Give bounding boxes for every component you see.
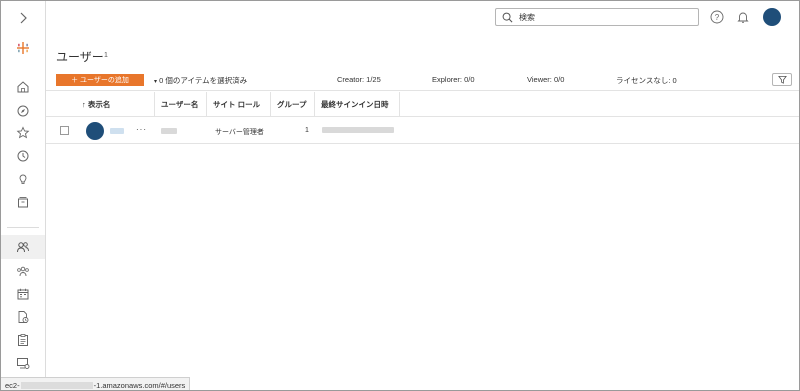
selection-label: 0 個のアイテムを選択済み bbox=[159, 76, 248, 85]
search-icon bbox=[502, 12, 513, 22]
app-window: 検索 ? ユーザー 1 ＋ ユーザーの追加 ▾ 0 個のアイテムを選択済み Cr… bbox=[0, 0, 800, 391]
username-redacted bbox=[161, 128, 177, 134]
explore-icon[interactable] bbox=[1, 99, 45, 123]
search-placeholder: 検索 bbox=[519, 12, 535, 22]
collections-icon[interactable] bbox=[1, 190, 45, 214]
tableau-logo-icon[interactable] bbox=[1, 36, 45, 60]
search-input[interactable]: 検索 bbox=[495, 8, 699, 26]
recents-icon[interactable] bbox=[1, 144, 45, 168]
column-header-last-signin[interactable]: 最終サインイン日時 bbox=[315, 92, 400, 117]
user-avatar[interactable] bbox=[763, 8, 781, 26]
explorer-license-count: Explorer: 0/0 bbox=[432, 75, 475, 84]
column-header-username[interactable]: ユーザー名 bbox=[155, 92, 207, 117]
table-row[interactable]: ··· サーバー管理者 1 bbox=[46, 118, 799, 144]
last-signin-redacted bbox=[322, 127, 394, 133]
column-header-groups[interactable]: グループ bbox=[271, 92, 315, 117]
expand-icon[interactable] bbox=[1, 6, 45, 30]
viewer-license-count: Viewer: 0/0 bbox=[527, 75, 565, 84]
filter-icon bbox=[777, 75, 787, 84]
svg-text:?: ? bbox=[715, 13, 720, 22]
notifications-bell-icon[interactable] bbox=[736, 10, 750, 24]
sidebar-divider bbox=[7, 227, 39, 228]
filter-button[interactable] bbox=[772, 73, 792, 86]
selection-dropdown[interactable]: ▾ 0 個のアイテムを選択済み bbox=[154, 75, 247, 86]
url-start: ec2- bbox=[5, 380, 20, 390]
schedules-icon[interactable] bbox=[1, 282, 45, 306]
table-header: ↑ 表示名 ユーザー名 サイト ロール グループ 最終サインイン日時 bbox=[46, 92, 799, 117]
home-icon[interactable] bbox=[1, 75, 45, 99]
status-bar-url: ec2- -1.amazonaws.com/#/users bbox=[1, 377, 191, 390]
avatar bbox=[86, 122, 104, 140]
chevron-down-icon: ▾ bbox=[154, 79, 158, 85]
groups-icon[interactable] bbox=[1, 259, 45, 283]
url-redacted bbox=[20, 381, 93, 389]
column-header-site-role[interactable]: サイト ロール bbox=[207, 92, 271, 117]
row-checkbox[interactable] bbox=[60, 126, 69, 135]
page-title: ユーザー bbox=[56, 50, 104, 64]
toolbar: ＋ ユーザーの追加 ▾ 0 個のアイテムを選択済み Creator: 1/25 … bbox=[46, 69, 799, 91]
more-actions-button[interactable]: ··· bbox=[136, 125, 147, 134]
main-content: 検索 ? ユーザー 1 ＋ ユーザーの追加 ▾ 0 個のアイテムを選択済み Cr… bbox=[46, 1, 799, 390]
groups-count-cell: 1 bbox=[305, 127, 309, 134]
url-end: -1.amazonaws.com/#/users bbox=[93, 380, 186, 390]
site-role-cell: サーバー管理者 bbox=[215, 129, 264, 136]
help-icon[interactable]: ? bbox=[710, 10, 724, 24]
jobs-icon[interactable] bbox=[1, 328, 45, 352]
user-count: 1 bbox=[104, 52, 108, 59]
column-header-display-name[interactable]: ↑ 表示名 bbox=[76, 92, 155, 117]
sidebar bbox=[1, 1, 46, 390]
unlicensed-count: ライセンスなし: 0 bbox=[616, 76, 677, 85]
add-user-button[interactable]: ＋ ユーザーの追加 bbox=[56, 74, 144, 86]
site-settings-icon[interactable] bbox=[1, 351, 45, 375]
tasks-icon[interactable] bbox=[1, 305, 45, 329]
users-icon[interactable] bbox=[1, 235, 45, 259]
display-name-redacted[interactable] bbox=[110, 128, 124, 134]
recommendations-icon[interactable] bbox=[1, 167, 45, 191]
favorites-icon[interactable] bbox=[1, 121, 45, 145]
creator-license-count: Creator: 1/25 bbox=[337, 75, 381, 84]
